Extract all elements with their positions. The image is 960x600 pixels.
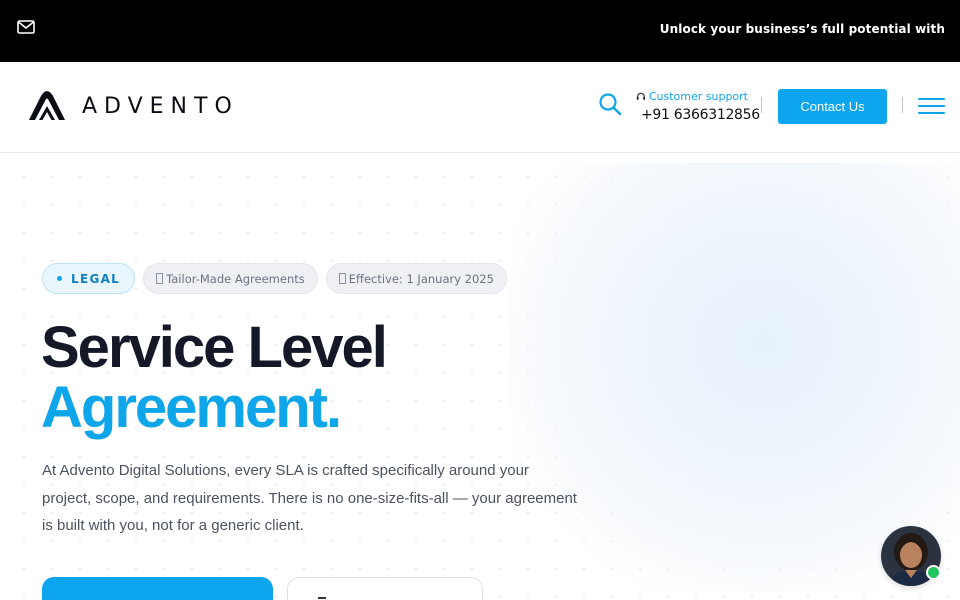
- headset-icon: [636, 92, 646, 100]
- online-status-dot: [926, 565, 941, 580]
- secondary-cta-button[interactable]: [287, 577, 483, 600]
- menu-icon[interactable]: [918, 98, 945, 116]
- support-phone[interactable]: +91 6366312856: [636, 107, 760, 123]
- title-line-2: Agreement.: [41, 375, 342, 440]
- promo-text: Unlock your business’s full potential wi…: [659, 22, 945, 36]
- contact-us-button[interactable]: Contact Us: [778, 89, 887, 124]
- customer-support[interactable]: Customer support +91 6366312856: [636, 90, 760, 123]
- primary-cta-button[interactable]: [42, 577, 273, 600]
- site-header: ADVENTO Customer support +91 6366312856 …: [0, 62, 960, 153]
- support-label: Customer support: [648, 90, 748, 103]
- missing-glyph-icon: [156, 273, 164, 284]
- tailor-made-badge: Tailor-Made Agreements: [143, 263, 318, 294]
- logo[interactable]: ADVENTO: [27, 90, 239, 122]
- badge-row: LEGAL Tailor-Made Agreements Effective: …: [42, 263, 507, 294]
- top-bar: Unlock your business’s full potential wi…: [0, 0, 960, 62]
- divider: [761, 97, 762, 113]
- hero-section: LEGAL Tailor-Made Agreements Effective: …: [0, 153, 960, 600]
- title-line-1: Service Level: [41, 315, 388, 380]
- hero-description: At Advento Digital Solutions, every SLA …: [42, 462, 577, 534]
- search-icon[interactable]: [598, 92, 622, 116]
- logo-text: ADVENTO: [82, 93, 239, 119]
- page-title: Service Level Agreement.: [41, 315, 388, 440]
- dot-icon: [57, 276, 62, 281]
- effective-date-badge: Effective: 1 January 2025: [325, 263, 507, 294]
- divider: [902, 97, 903, 113]
- legal-badge: LEGAL: [42, 263, 136, 294]
- missing-glyph-icon: [338, 273, 346, 284]
- logo-mark-icon: [29, 91, 65, 120]
- button-icon: [318, 597, 326, 599]
- mail-icon[interactable]: [17, 20, 35, 34]
